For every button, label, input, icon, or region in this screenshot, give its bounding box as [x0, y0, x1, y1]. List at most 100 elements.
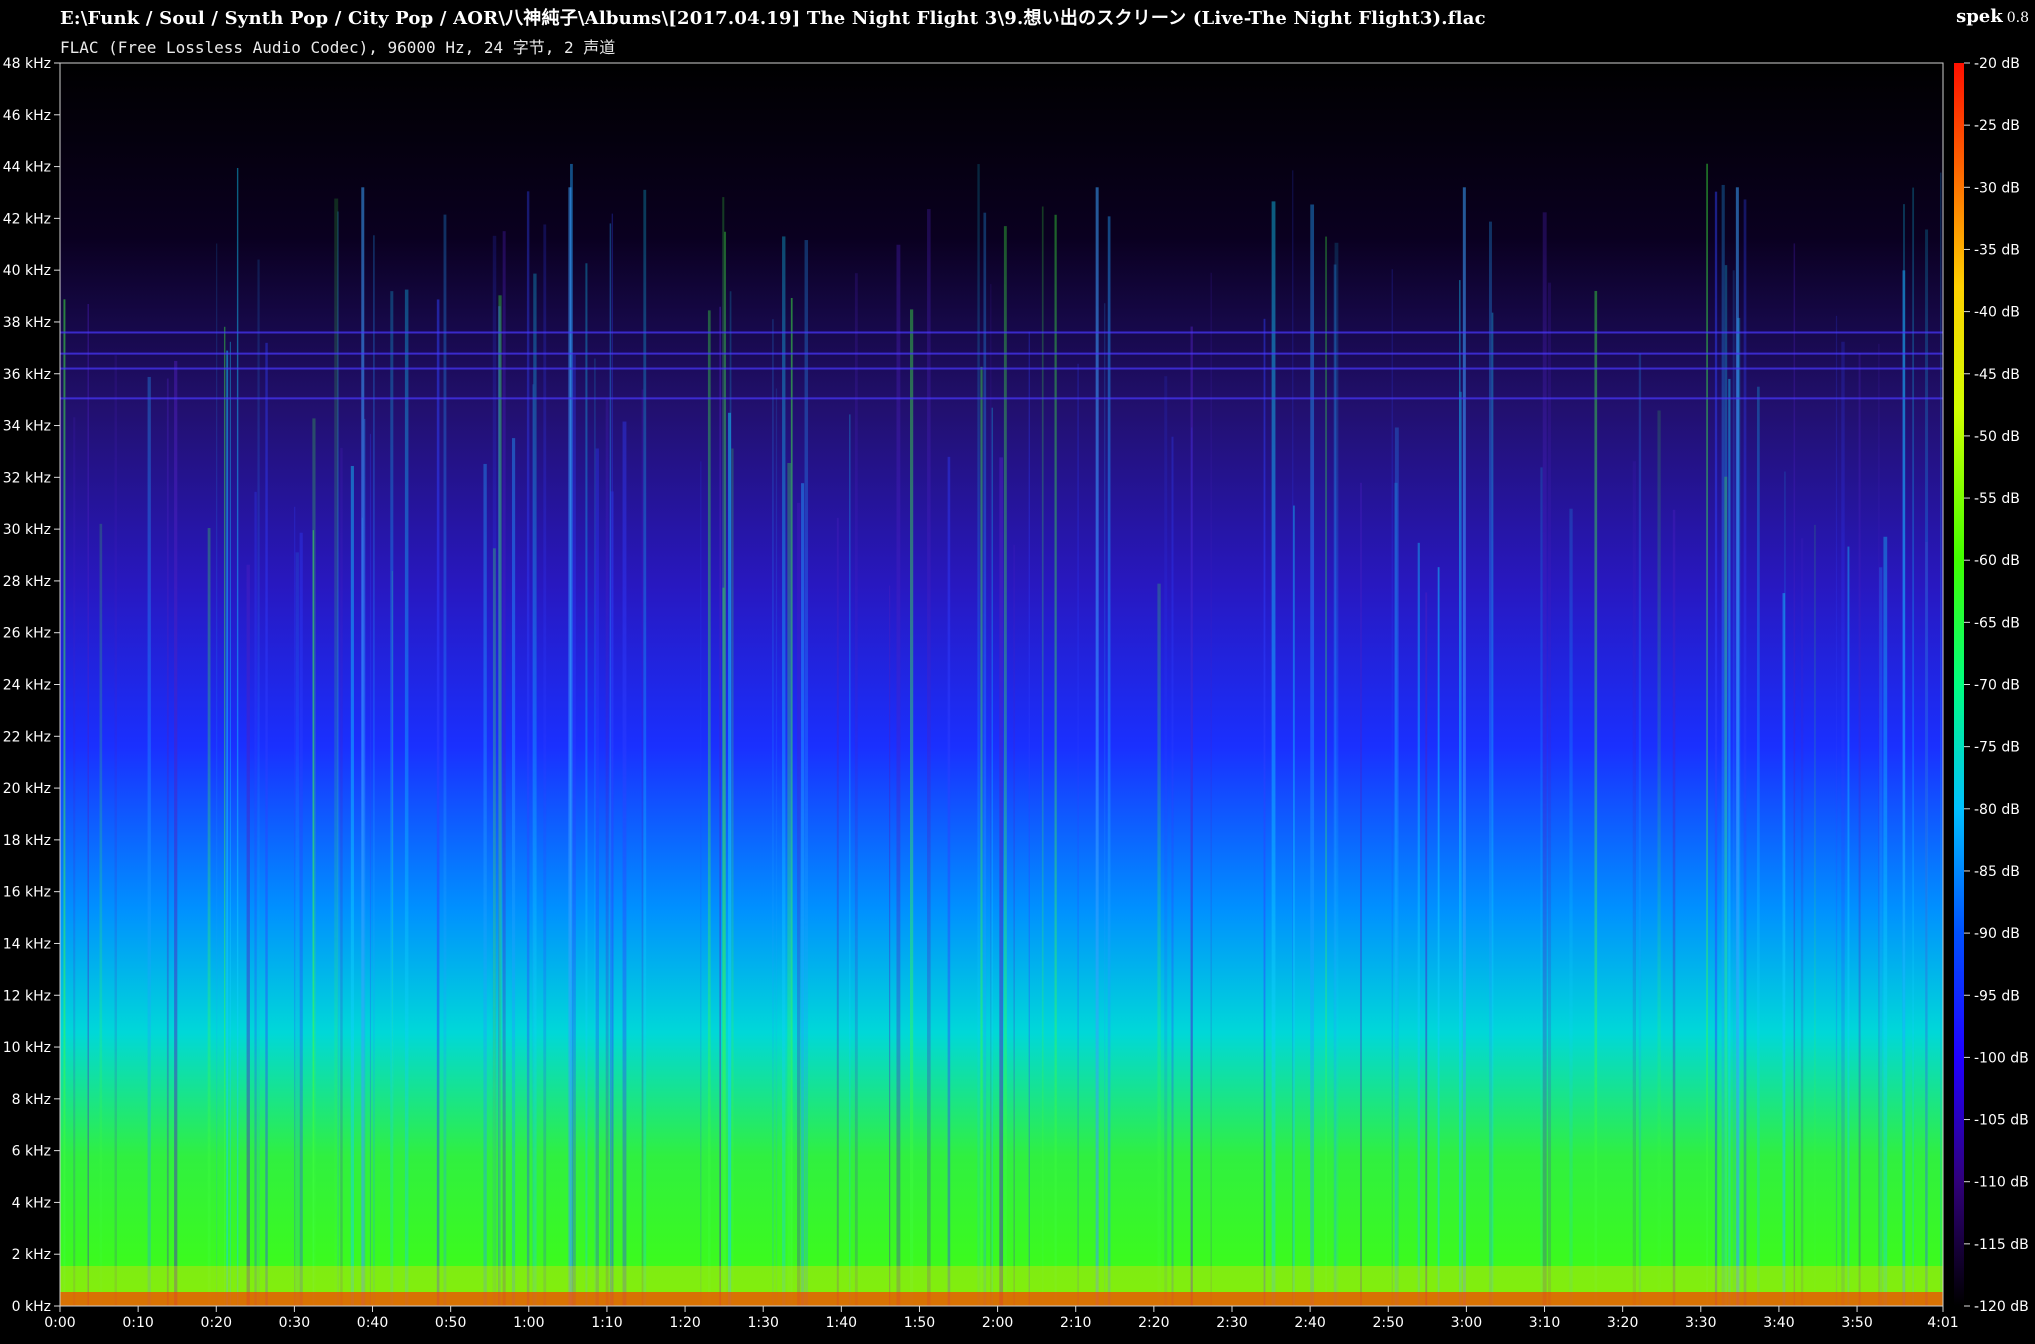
spectrum-streak	[622, 421, 627, 1307]
spectrum-streak	[1077, 363, 1079, 1306]
freq-tick-label: 48 kHz	[3, 56, 51, 72]
spectrum-streak	[1164, 376, 1168, 1307]
time-tick-label: 2:40	[1294, 1315, 1325, 1331]
spectrum-streak	[1724, 476, 1728, 1306]
time-tick-label: 1:30	[747, 1315, 778, 1331]
spectrum-streak	[1841, 341, 1845, 1306]
spectrum-streak	[605, 399, 609, 1306]
spectrum-streak	[1310, 204, 1315, 1306]
spectrum-streak	[236, 167, 239, 1307]
time-tick-label: 1:00	[513, 1315, 544, 1331]
time-tick-label: 3:40	[1763, 1315, 1794, 1331]
spectrum-streak	[1672, 509, 1676, 1306]
time-tick-label: 3:20	[1607, 1315, 1638, 1331]
db-tick-label: -40 dB	[1974, 305, 2020, 321]
spectrum-streak	[390, 291, 394, 1306]
time-tick-label: 1:10	[591, 1315, 622, 1331]
spectrum-streak	[585, 263, 588, 1306]
spectrum-streak	[595, 448, 599, 1306]
db-tick-label: -90 dB	[1974, 926, 2020, 942]
frequency-axis: 0 kHz 2 kHz 4 kHz 6 kHz 8 kHz 10 kHz 12 kHz 14 …	[3, 56, 60, 1315]
time-tick-label: 3:00	[1451, 1315, 1482, 1331]
spectrum-streak	[990, 284, 992, 1306]
time-tick-label: 0:00	[44, 1315, 75, 1331]
time-tick-label: 2:10	[1060, 1315, 1091, 1331]
spectrum-streak	[369, 433, 371, 1306]
spectrum-streak	[790, 297, 793, 1306]
transient-column	[568, 187, 572, 1306]
spectrum-streak	[804, 240, 809, 1307]
time-tick-label: 3:10	[1529, 1315, 1560, 1331]
spectrum-streak	[1210, 272, 1212, 1306]
time-tick-label: 4:01	[1927, 1315, 1958, 1331]
tonal-line	[60, 352, 1943, 355]
spectrum-streak	[87, 303, 89, 1306]
time-tick-label: 2:00	[982, 1315, 1013, 1331]
freq-tick-label: 26 kHz	[3, 626, 51, 642]
spectrum-streak	[257, 259, 260, 1307]
spectrum-streak	[1714, 191, 1718, 1307]
spectrum-streak	[1325, 236, 1327, 1306]
spectrum-streak	[782, 236, 786, 1307]
spectrum-streak	[1878, 567, 1883, 1306]
freq-tick-label: 20 kHz	[3, 781, 51, 797]
spectrum-streak	[1171, 436, 1174, 1306]
spectrum-streak	[1814, 524, 1816, 1306]
freq-tick-label: 0 kHz	[12, 1299, 51, 1315]
spectrum-streak	[1638, 353, 1642, 1306]
freq-tick-label: 46 kHz	[3, 108, 51, 124]
spectrum-streak	[147, 376, 151, 1306]
transient-column	[1462, 187, 1466, 1306]
spectrum-streak	[1912, 187, 1915, 1306]
spectrum-streak	[1459, 391, 1462, 1307]
spectrum-streak	[294, 506, 296, 1306]
spectrum-streak	[1925, 229, 1929, 1306]
spectrum-streak	[404, 289, 409, 1306]
freq-tick-label: 28 kHz	[3, 574, 51, 590]
freq-tick-label: 24 kHz	[3, 678, 51, 694]
spectrum-streak	[797, 502, 801, 1307]
db-tick-label: -100 dB	[1974, 1050, 2029, 1066]
spectrum-streak	[1191, 427, 1193, 1306]
spectrum-streak	[1054, 214, 1057, 1306]
freq-tick-label: 40 kHz	[3, 263, 51, 279]
transient-column	[1095, 187, 1099, 1306]
time-tick-label: 1:20	[669, 1315, 700, 1331]
spectrum-streak	[731, 448, 734, 1306]
spectrum-streak	[207, 528, 211, 1306]
spectrum-streak	[896, 244, 901, 1307]
time-tick-label: 0:40	[357, 1315, 388, 1331]
spectrum-streak	[1657, 410, 1661, 1307]
freq-tick-label: 12 kHz	[3, 988, 51, 1004]
spectrum-streak	[526, 191, 530, 1306]
spectrum-streak	[1743, 199, 1747, 1306]
spectrum-streak	[594, 358, 596, 1306]
freq-tick-label: 38 kHz	[3, 315, 51, 331]
spectrum-streak	[775, 388, 778, 1306]
spectrum-streak	[265, 342, 268, 1306]
spectrum-streak	[226, 350, 229, 1306]
db-tick-label: -70 dB	[1974, 678, 2020, 694]
spectrum-streak	[1360, 482, 1362, 1306]
spectrum-streak	[254, 491, 257, 1306]
freq-tick-label: 32 kHz	[3, 470, 51, 486]
time-tick-label: 0:10	[122, 1315, 153, 1331]
spectrum-streak	[1391, 269, 1393, 1307]
low-freq-band	[60, 1292, 1943, 1306]
spectrum-streak	[533, 273, 537, 1306]
spectrum-streak	[174, 360, 178, 1306]
low-freq-band-yellow	[60, 1266, 1943, 1292]
spectrum-streak	[983, 212, 987, 1307]
spectrum-streak	[1706, 163, 1708, 1306]
db-scale-axis: -20 dB -25 dB -30 dB -35 dB -40 dB -45 dB -50 …	[1964, 56, 2029, 1315]
spectrum-streak	[246, 564, 250, 1306]
spectrum-streak	[1793, 243, 1796, 1307]
time-tick-label: 2:30	[1216, 1315, 1247, 1331]
freq-tick-label: 8 kHz	[12, 1092, 51, 1108]
spectrum-streak	[312, 530, 314, 1306]
freq-tick-label: 14 kHz	[3, 936, 51, 952]
spectrum-streak	[1940, 172, 1942, 1306]
spectrum-streak	[1488, 221, 1492, 1307]
tonal-line	[60, 331, 1943, 334]
spectrum-streak	[436, 299, 440, 1307]
